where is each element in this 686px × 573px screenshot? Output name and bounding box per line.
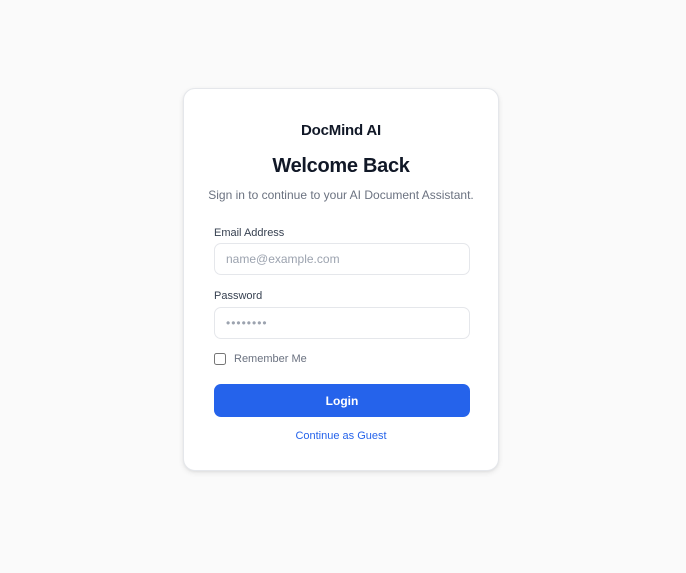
page-title: Welcome Back — [272, 155, 410, 177]
login-button[interactable]: Login — [214, 384, 470, 417]
remember-me-label: Remember Me — [234, 353, 307, 365]
password-label: Password — [214, 290, 263, 302]
brand-logo: DocMind AI — [301, 122, 381, 139]
email-field[interactable] — [214, 243, 470, 275]
remember-me-row[interactable]: Remember Me — [214, 353, 307, 365]
page-subtitle: Sign in to continue to your AI Document … — [208, 188, 474, 202]
password-field[interactable] — [214, 307, 470, 339]
remember-me-checkbox[interactable] — [214, 353, 226, 365]
login-card: DocMind AI Welcome Back Sign in to conti… — [183, 88, 499, 471]
email-label: Email Address — [214, 227, 285, 239]
continue-as-guest-link[interactable]: Continue as Guest — [184, 430, 498, 442]
